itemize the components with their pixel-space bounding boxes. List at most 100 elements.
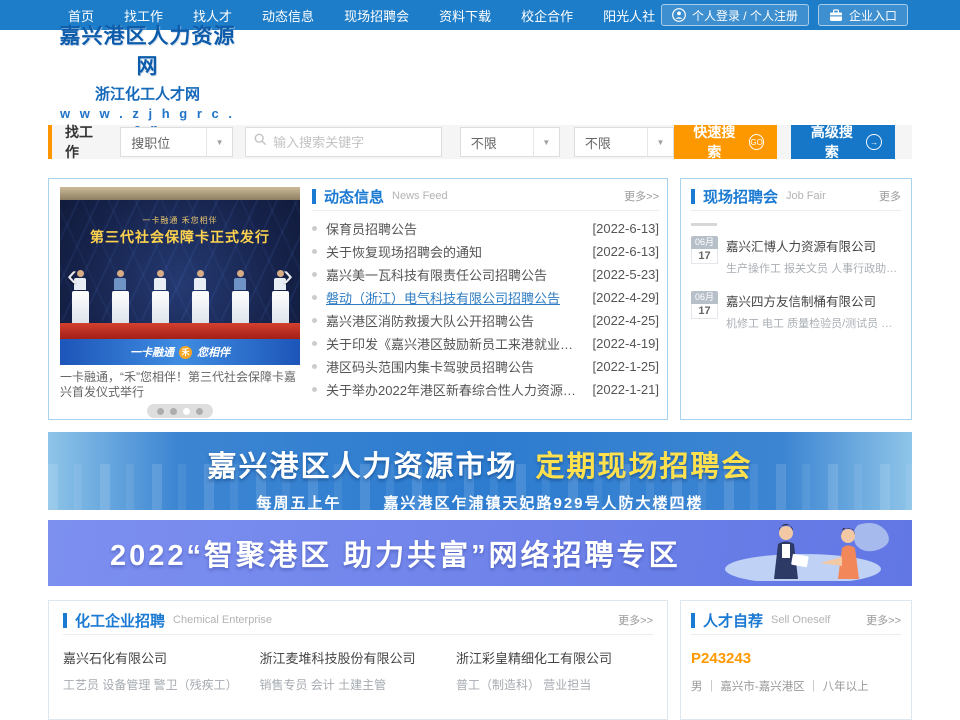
- talent-panel: 人才自荐 Sell Oneself 更多>> P243243 男 ｜ 嘉兴市-嘉…: [680, 600, 912, 720]
- news-title: 动态信息: [324, 186, 384, 207]
- advanced-search-button[interactable]: 高级搜索 →: [791, 125, 895, 159]
- type-filter-select[interactable]: 不限 ▼: [574, 127, 674, 157]
- news-date: [2022-1-21]: [593, 382, 660, 397]
- company-jobs: 普工（制造科） 营业担当: [456, 676, 652, 693]
- nav-item-news[interactable]: 动态信息: [262, 6, 314, 25]
- go-icon: GO: [749, 134, 765, 150]
- carousel-prev-button[interactable]: ‹: [67, 263, 77, 289]
- person-icon: [672, 8, 686, 22]
- nav-item-downloads[interactable]: 资料下载: [439, 6, 491, 25]
- personal-login-label: 个人登录 / 个人注册: [692, 7, 798, 24]
- news-item: 关于恢复现场招聘会的通知 [2022-6-13]: [312, 240, 659, 263]
- enterprise-entry-label: 企业入口: [849, 7, 897, 24]
- bullet-icon: [312, 249, 317, 254]
- site-subtitle: 浙江化工人才网: [55, 83, 240, 104]
- news-item: 磐动（浙江）电气科技有限公司招聘公告 [2022-4-29]: [312, 286, 659, 309]
- chemical-subtitle: Chemical Enterprise: [173, 614, 272, 626]
- stage-floor-decor: [60, 323, 300, 339]
- online-recruitment-banner[interactable]: 2022“智聚港区 助力共富”网络招聘专区: [48, 520, 912, 586]
- quick-search-button[interactable]: 快速搜索 GO: [674, 125, 778, 159]
- talent-id-link[interactable]: P243243: [691, 650, 901, 667]
- chevron-down-icon: ▼: [647, 128, 673, 156]
- search-input[interactable]: [273, 135, 433, 150]
- section-bar-decor: [691, 189, 695, 204]
- carousel-dot-3[interactable]: [183, 408, 190, 415]
- news-item: 嘉兴美一瓦科技有限责任公司招聘公告 [2022-5-23]: [312, 263, 659, 286]
- news-item: 关于印发《嘉兴港区鼓励新员工来港就业补助操作... [2022-4-19]: [312, 332, 659, 355]
- orange-accent-bar: [48, 125, 52, 159]
- bullet-icon: [312, 295, 317, 300]
- news-item: 港区码头范围内集卡驾驶员招聘公告 [2022-1-25]: [312, 355, 659, 378]
- personal-login-button[interactable]: 个人登录 / 个人注册: [661, 4, 809, 26]
- news-date: [2022-6-13]: [593, 221, 660, 236]
- company-link[interactable]: 浙江麦堆科技股份有限公司: [259, 648, 455, 667]
- carousel-dot-1[interactable]: [157, 408, 164, 415]
- keyword-input-wrap: [245, 127, 442, 157]
- carousel-caption[interactable]: 一卡融通，“禾”您相伴！第三代社会保障卡嘉兴首发仪式举行: [60, 370, 300, 400]
- nav-item-job-fair[interactable]: 现场招聘会: [344, 6, 409, 25]
- banner2-title: 2022“智聚港区 助力共富”网络招聘专区: [110, 532, 681, 574]
- nav-item-sunshine-hr[interactable]: 阳光人社: [603, 6, 655, 25]
- job-fair-company-link[interactable]: 嘉兴汇博人力资源有限公司: [726, 236, 901, 255]
- news-link-hovered[interactable]: 磐动（浙江）电气科技有限公司招聘公告: [326, 288, 585, 307]
- news-more-link[interactable]: 更多>>: [624, 188, 659, 204]
- news-date: [2022-6-13]: [593, 244, 660, 259]
- arrow-right-icon: →: [866, 134, 882, 150]
- enterprise-entry-button[interactable]: 企业入口: [818, 4, 908, 26]
- news-link[interactable]: 关于印发《嘉兴港区鼓励新员工来港就业补助操作...: [326, 334, 585, 353]
- news-link[interactable]: 嘉兴港区消防救援大队公开招聘公告: [326, 311, 585, 330]
- company-item: 浙江麦堆科技股份有限公司 销售专员 会计 土建主管: [259, 648, 455, 693]
- company-list: 嘉兴石化有限公司 工艺员 设备管理 警卫（残疾工） 浙江麦堆科技股份有限公司 销…: [63, 648, 653, 693]
- talent-more-link[interactable]: 更多>>: [866, 612, 901, 628]
- site-logo[interactable]: 嘉兴港区人力资源网 浙江化工人才网 w w w . z j h g r c . …: [55, 20, 240, 136]
- section-bar-decor: [63, 613, 67, 628]
- slide-footer-banner: 一卡融通 禾 您相伴: [60, 339, 300, 365]
- news-header: 动态信息 News Feed 更多>>: [312, 187, 659, 211]
- news-link[interactable]: 嘉兴美一瓦科技有限责任公司招聘公告: [326, 265, 585, 284]
- job-fair-banner[interactable]: 嘉兴港区人力资源市场定期现场招聘会 每周五上午嘉兴港区乍浦镇天妃路929号人防大…: [48, 432, 912, 510]
- bullet-icon: [312, 364, 317, 369]
- job-fair-company-link[interactable]: 嘉兴四方友信制桶有限公司: [726, 291, 901, 310]
- carousel-next-button[interactable]: ›: [283, 263, 293, 289]
- section-bar-decor: [691, 613, 695, 628]
- divider-dash: [691, 223, 717, 226]
- news-feed: 动态信息 News Feed 更多>> 保育员招聘公告 [2022-6-13] …: [312, 187, 659, 415]
- chemical-header: 化工企业招聘 Chemical Enterprise 更多>>: [63, 611, 653, 635]
- cartoon-people-illustration: [708, 520, 898, 586]
- talent-header: 人才自荐 Sell Oneself 更多>>: [691, 611, 901, 635]
- company-link[interactable]: 嘉兴石化有限公司: [63, 648, 259, 667]
- chevron-down-icon: ▼: [533, 128, 559, 156]
- company-link[interactable]: 浙江彩皇精细化工有限公司: [456, 648, 652, 667]
- news-link[interactable]: 保育员招聘公告: [326, 219, 585, 238]
- news-link[interactable]: 关于恢复现场招聘会的通知: [326, 242, 585, 261]
- banner1-title-white: 嘉兴港区人力资源市场: [207, 451, 517, 483]
- type-filter-value: 不限: [575, 133, 647, 152]
- search-category-select[interactable]: 搜职位 ▼: [120, 127, 233, 157]
- news-link[interactable]: 港区码头范围内集卡驾驶员招聘公告: [326, 357, 585, 376]
- location-filter-select[interactable]: 不限 ▼: [460, 127, 560, 157]
- news-date: [2022-4-25]: [593, 313, 660, 328]
- chevron-down-icon: ▼: [206, 128, 232, 156]
- carousel-slide[interactable]: 一卡融通 禾您相伴 第三代社会保障卡正式发行 一卡融通 禾 您相伴 ‹: [60, 187, 300, 365]
- slide-title: 第三代社会保障卡正式发行: [60, 227, 300, 247]
- section-bar-decor: [312, 189, 316, 204]
- job-fair-jobs: 生产操作工 报关文员 人事行政助理...: [726, 260, 901, 276]
- bullet-icon: [312, 341, 317, 346]
- carousel-dot-2[interactable]: [170, 408, 177, 415]
- talent-subtitle: Sell Oneself: [771, 614, 830, 626]
- bullet-icon: [312, 318, 317, 323]
- chemical-more-link[interactable]: 更多>>: [618, 612, 653, 628]
- chemical-title: 化工企业招聘: [75, 610, 165, 631]
- nav-item-school-cooperation[interactable]: 校企合作: [521, 6, 573, 25]
- news-date: [2022-5-23]: [593, 267, 660, 282]
- bullet-icon: [312, 226, 317, 231]
- news-list: 保育员招聘公告 [2022-6-13] 关于恢复现场招聘会的通知 [2022-6…: [312, 217, 659, 401]
- job-fair-jobs: 机修工 电工 质量检验员/测试员 叉车...: [726, 315, 901, 331]
- location-filter-value: 不限: [461, 133, 533, 152]
- job-fair-more-link[interactable]: 更多: [879, 188, 901, 204]
- news-link[interactable]: 关于举办2022年港区新春综合性人力资源暨春风...: [326, 380, 585, 399]
- job-fair-header: 现场招聘会 Job Fair 更多: [691, 187, 901, 211]
- date-badge: 06月 17: [691, 236, 718, 276]
- news-subtitle: News Feed: [392, 190, 448, 202]
- carousel-dot-4[interactable]: [196, 408, 203, 415]
